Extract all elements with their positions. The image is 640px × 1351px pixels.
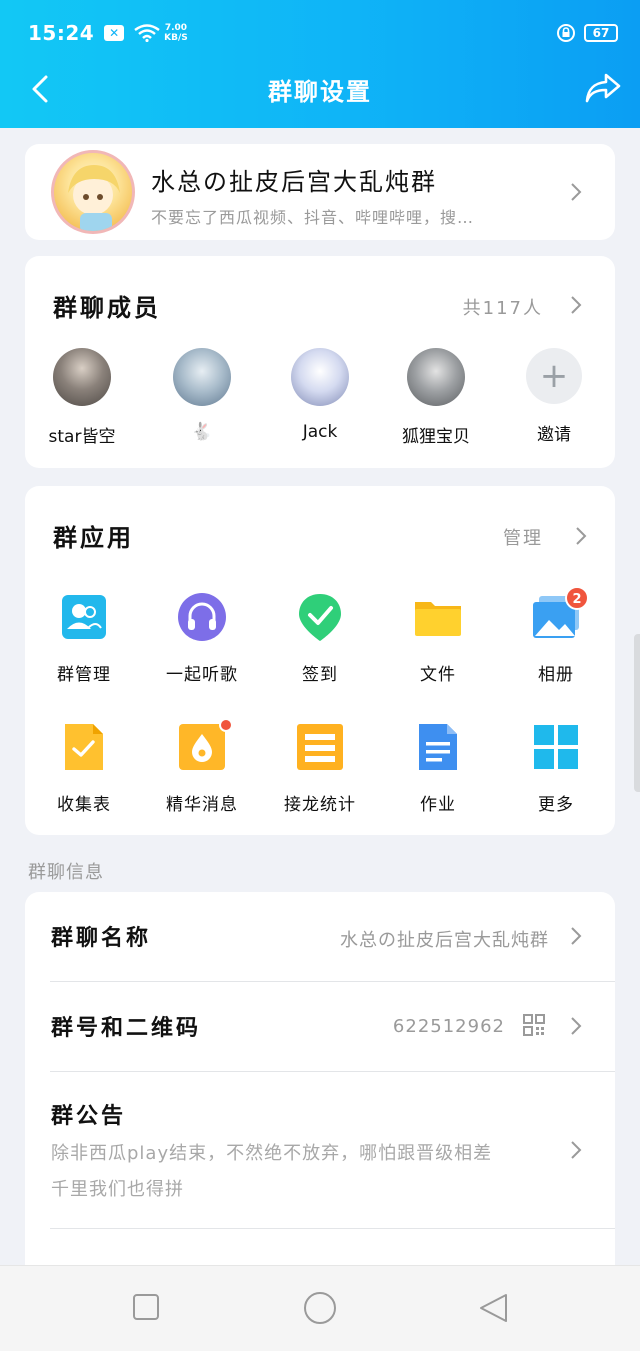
app-label: 文件	[420, 665, 456, 685]
speed-value: 7.00	[164, 23, 188, 33]
avatar	[291, 348, 349, 406]
wifi-icon	[134, 24, 160, 42]
app-files[interactable]: 文件	[383, 592, 493, 685]
edge-scroll-handle[interactable]	[634, 634, 640, 792]
qr-code-icon	[523, 1014, 545, 1036]
group-manage-icon	[59, 592, 109, 642]
member-item[interactable]: star皆空	[27, 348, 137, 447]
app-chain-stats[interactable]: 接龙统计	[265, 722, 375, 815]
group-notice-row[interactable]: 群公告 除非西瓜play结束，不然绝不放弃，哪怕跟晋级相差 千里我们也得拼	[25, 1072, 615, 1228]
checkin-icon	[295, 592, 345, 642]
group-notice-text: 除非西瓜play结束，不然绝不放弃，哪怕跟晋级相差 千里我们也得拼	[51, 1136, 561, 1208]
app-label: 相册	[538, 665, 574, 685]
unread-dot	[219, 718, 233, 732]
notice-line: 千里我们也得拼	[51, 1179, 184, 1200]
members-card: 群聊成员 共117人 star皆空 🐇 Jack 狐狸宝贝 + 邀请	[25, 256, 615, 468]
member-item[interactable]: 🐇	[147, 348, 257, 442]
chevron-right-icon	[571, 1017, 582, 1035]
member-name: 🐇	[191, 422, 213, 442]
members-title: 群聊成员	[53, 294, 161, 322]
app-listen-together[interactable]: 一起听歌	[147, 592, 257, 685]
avatar	[53, 348, 111, 406]
app-label: 更多	[538, 795, 574, 815]
rotation-lock-icon	[557, 24, 575, 42]
battery-indicator: 67	[584, 24, 618, 42]
recents-square-icon[interactable]	[132, 1292, 160, 1322]
group-number-row[interactable]: 群号和二维码 622512962	[25, 982, 615, 1072]
app-label: 收集表	[57, 795, 111, 815]
manage-link[interactable]: 管理	[503, 524, 543, 550]
status-time: 15:24	[28, 21, 95, 45]
chevron-right-icon[interactable]	[575, 526, 587, 546]
member-count[interactable]: 共117人	[463, 294, 543, 320]
chain-stats-icon	[295, 722, 345, 772]
group-name-label: 群聊名称	[51, 926, 152, 951]
app-essence[interactable]: 精华消息	[147, 718, 257, 815]
chevron-right-icon	[571, 183, 582, 201]
page-title: 群聊设置	[268, 77, 372, 106]
invite-label: 邀请	[537, 425, 571, 445]
apps-title: 群应用	[53, 524, 134, 552]
album-icon: 2	[531, 586, 589, 642]
nav-bar: 群聊设置	[0, 62, 640, 116]
member-item[interactable]: 狐狸宝贝	[381, 348, 491, 447]
group-number-value: 622512962	[392, 1016, 505, 1037]
group-apps-card: 群应用 管理 群管理 一起听歌 签到 文件 2 相册 收集表 精华消息 接龙统计…	[25, 486, 615, 835]
header-bar: 15:24 ✕ 7.00 KB/S 67 群聊设置	[0, 0, 640, 128]
info-section-heading: 群聊信息	[28, 862, 104, 883]
back-arrow-icon[interactable]	[30, 74, 50, 104]
member-item[interactable]: Jack	[265, 348, 375, 442]
avatar	[173, 348, 231, 406]
chevron-right-icon	[571, 927, 582, 945]
app-album[interactable]: 2 相册	[501, 586, 611, 685]
group-info-card: 群聊名称 水总の扯皮后宫大乱炖群 群号和二维码 622512962 群公告 除非…	[25, 892, 615, 1292]
essence-icon	[177, 718, 233, 772]
homework-icon	[413, 722, 463, 772]
plus-icon: +	[526, 348, 582, 404]
member-name: 狐狸宝贝	[402, 427, 470, 447]
app-group-manage[interactable]: 群管理	[29, 592, 139, 685]
app-collect-form[interactable]: 收集表	[29, 722, 139, 815]
app-label: 接龙统计	[284, 795, 356, 815]
headphones-icon	[177, 592, 227, 642]
app-more[interactable]: 更多	[501, 722, 611, 815]
notification-icon: ✕	[104, 25, 125, 41]
app-label: 一起听歌	[166, 665, 238, 685]
member-name: star皆空	[48, 427, 116, 447]
app-checkin[interactable]: 签到	[265, 592, 375, 685]
group-name-row[interactable]: 群聊名称 水总の扯皮后宫大乱炖群	[25, 892, 615, 982]
home-circle-icon[interactable]	[302, 1290, 338, 1326]
avatar	[407, 348, 465, 406]
group-description: 不要忘了西瓜视频、抖音、哔哩哔哩，搜…	[151, 208, 475, 227]
group-profile-card[interactable]: 水总の扯皮后宫大乱炖群 不要忘了西瓜视频、抖音、哔哩哔哩，搜…	[25, 144, 615, 240]
status-bar: 15:24 ✕ 7.00 KB/S 67	[28, 18, 618, 48]
app-label: 精华消息	[166, 795, 238, 815]
app-homework[interactable]: 作业	[383, 722, 493, 815]
system-nav-bar	[0, 1265, 640, 1351]
group-name-value: 水总の扯皮后宫大乱炖群	[340, 930, 549, 951]
member-name: Jack	[302, 422, 338, 442]
network-speed: 7.00 KB/S	[164, 23, 188, 43]
speed-unit: KB/S	[164, 33, 188, 43]
back-triangle-icon[interactable]	[478, 1292, 510, 1324]
app-label: 群管理	[57, 665, 111, 685]
group-number-label: 群号和二维码	[51, 1016, 202, 1041]
group-avatar	[51, 150, 135, 234]
chevron-right-icon	[571, 1141, 582, 1159]
group-notice-label: 群公告	[51, 1104, 127, 1129]
album-badge: 2	[565, 586, 589, 610]
invite-button[interactable]: + 邀请	[499, 348, 609, 445]
more-grid-icon	[531, 722, 581, 772]
share-icon[interactable]	[584, 72, 622, 104]
group-name: 水总の扯皮后宫大乱炖群	[151, 168, 437, 196]
folder-icon	[413, 592, 463, 642]
chevron-right-icon[interactable]	[570, 295, 582, 315]
app-label: 作业	[420, 795, 456, 815]
divider	[50, 1228, 615, 1229]
collect-form-icon	[59, 722, 109, 772]
app-label: 签到	[302, 665, 338, 685]
notice-line: 除非西瓜play结束，不然绝不放弃，哪怕跟晋级相差	[51, 1143, 493, 1164]
